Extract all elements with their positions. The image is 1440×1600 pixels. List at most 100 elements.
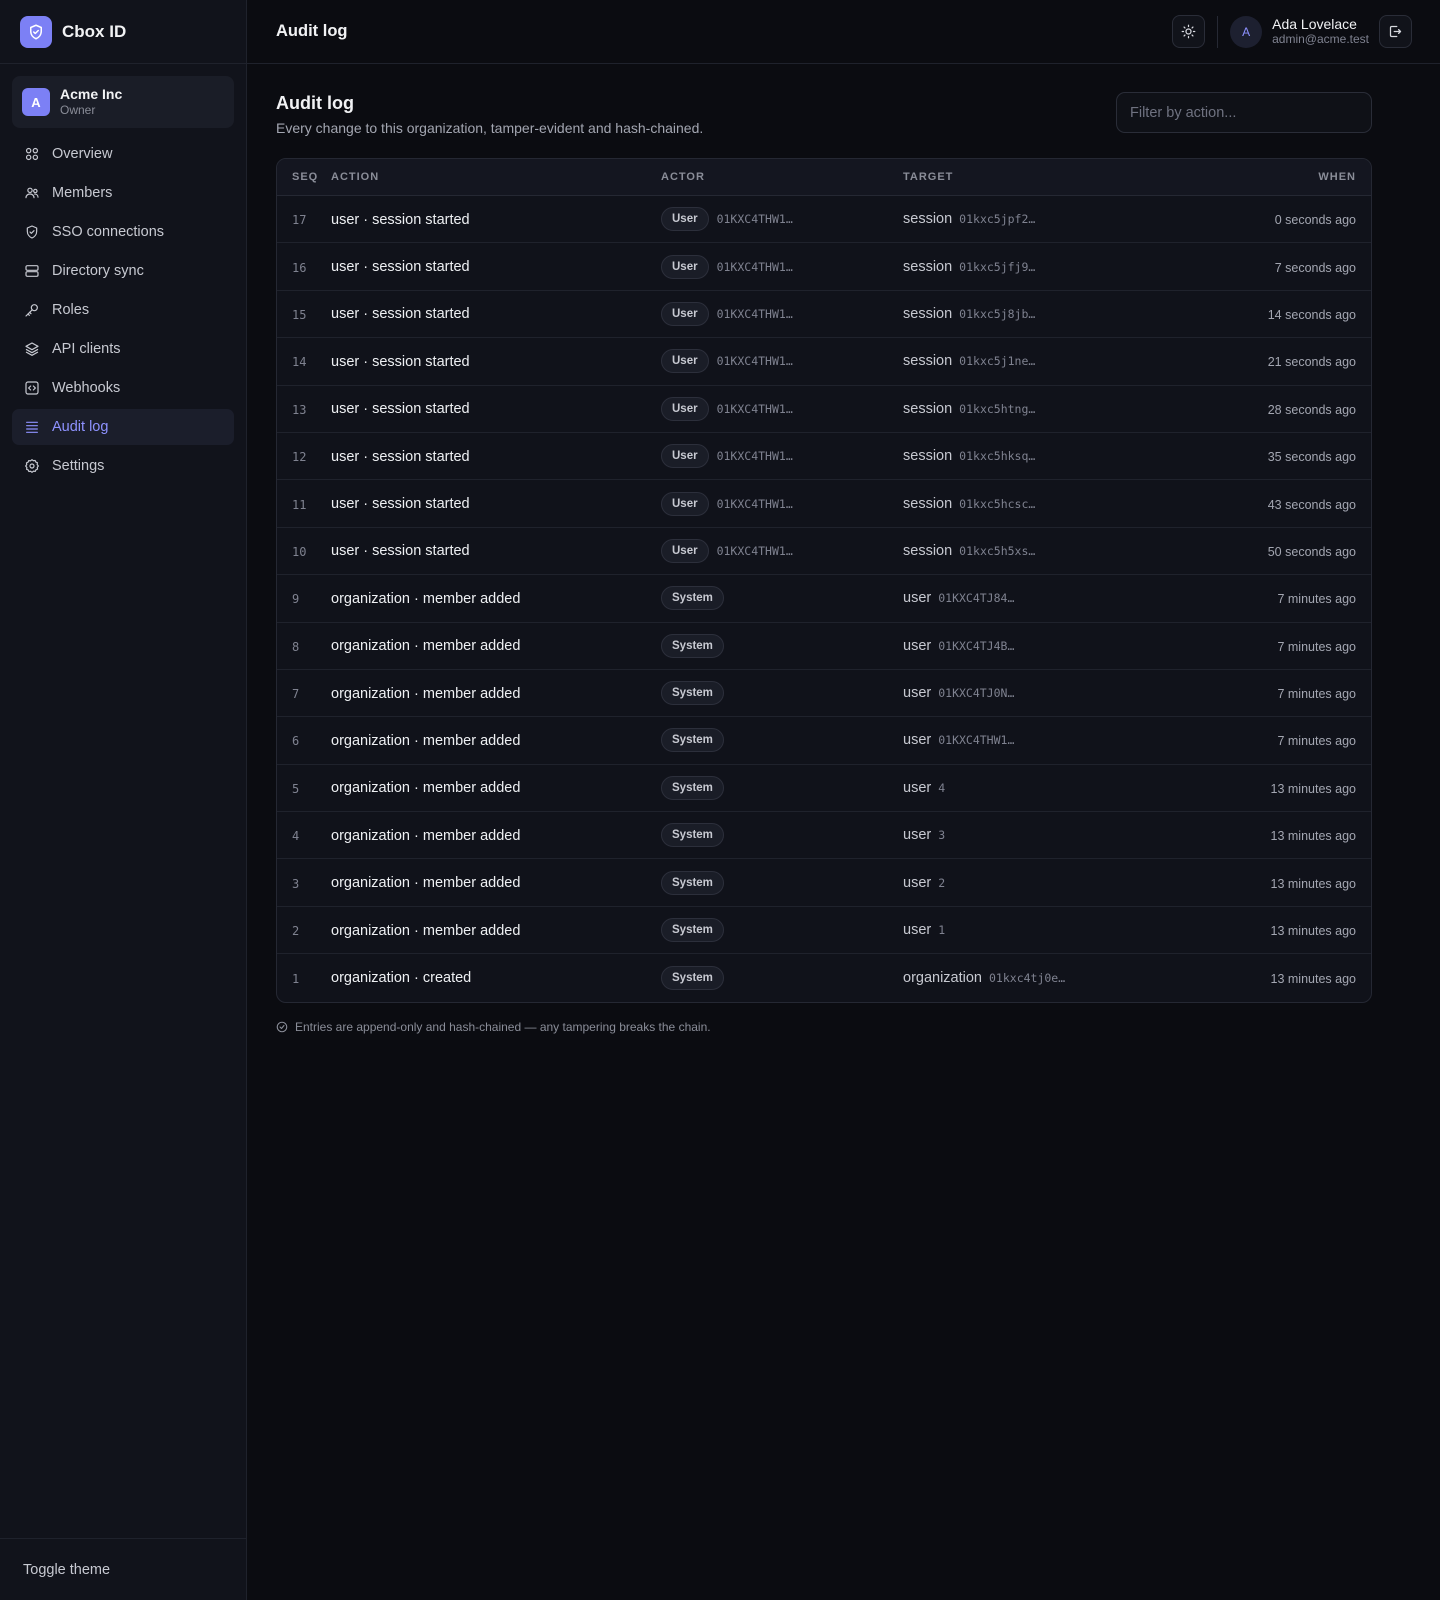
- actor-type-badge: System: [661, 728, 724, 753]
- actor-id: 01KXC4THW1…: [716, 354, 793, 369]
- user-name: Ada Lovelace: [1272, 16, 1357, 32]
- sidebar-item-webhooks[interactable]: Webhooks: [12, 370, 234, 406]
- target-kind: organization: [903, 969, 982, 986]
- table-row[interactable]: 4 organization · member added System user 3 1…: [277, 812, 1371, 860]
- check-circle-icon: [276, 1021, 288, 1033]
- action-name: user · session started: [331, 448, 470, 465]
- table-row[interactable]: 7 organization · member added System user 01…: [277, 670, 1371, 718]
- database-icon: [24, 263, 40, 279]
- brand-name: Cbox ID: [62, 21, 127, 41]
- toggle-theme-label: Toggle theme: [23, 1561, 111, 1578]
- target-id: 01KXC4TJ0N…: [938, 686, 1015, 701]
- seq-number: 15: [292, 307, 307, 322]
- seq-number: 6: [292, 734, 300, 749]
- timestamp: 13 minutes ago: [1270, 781, 1356, 796]
- actor-type-badge: User: [661, 538, 709, 563]
- table-row[interactable]: 14 user · session started User 01KXC4THW1… s…: [277, 338, 1371, 386]
- toggle-theme-button[interactable]: Toggle theme: [0, 1538, 246, 1600]
- target-id: 01kxc5j8jb…: [959, 306, 1036, 321]
- seq-number: 5: [292, 781, 300, 796]
- shield-icon: [24, 224, 40, 240]
- target-kind: session: [903, 542, 953, 559]
- table-row[interactable]: 5 organization · member added System user 4 1…: [277, 765, 1371, 813]
- target-kind: session: [903, 448, 953, 465]
- avatar[interactable]: A: [1230, 15, 1263, 48]
- seq-number: 12: [292, 450, 307, 465]
- table-row[interactable]: 15 user · session started User 01KXC4THW1… s…: [277, 291, 1371, 339]
- target-kind: session: [903, 353, 953, 370]
- sidebar-item-sso-connections[interactable]: SSO connections: [12, 214, 234, 250]
- sidebar-item-roles[interactable]: Roles: [12, 292, 234, 328]
- target-id: 4: [938, 780, 946, 795]
- seq-number: 13: [292, 402, 307, 417]
- timestamp: 7 minutes ago: [1277, 687, 1356, 702]
- action-name: organization · member added: [331, 780, 521, 797]
- seq-number: 16: [292, 260, 307, 275]
- table-row[interactable]: 12 user · session started User 01KXC4THW1… s…: [277, 433, 1371, 481]
- actor-type-badge: System: [661, 633, 724, 658]
- table-row[interactable]: 2 organization · member added System user 1 1…: [277, 907, 1371, 955]
- table-row[interactable]: 3 organization · member added System user 2 1…: [277, 859, 1371, 907]
- actor-type-badge: System: [661, 775, 724, 800]
- sign-out-button[interactable]: [1379, 15, 1412, 48]
- topbar: Audit log A Ada Lovelace admin@acme.test: [247, 0, 1440, 64]
- column-header-when: WHEN: [1318, 171, 1356, 183]
- action-name: user · session started: [331, 353, 470, 370]
- seq-number: 17: [292, 213, 307, 228]
- sidebar-item-members[interactable]: Members: [12, 175, 234, 211]
- timestamp: 14 seconds ago: [1267, 307, 1356, 322]
- actor-type-badge: User: [661, 444, 709, 469]
- actor-type-badge: User: [661, 396, 709, 421]
- actor-type-badge: User: [661, 491, 709, 516]
- webhook-icon: [24, 380, 40, 396]
- action-name: organization · created: [331, 970, 472, 987]
- org-switcher[interactable]: A Acme Inc Owner: [12, 76, 234, 128]
- target-id: 01kxc5jfj9…: [959, 259, 1036, 274]
- actor-type-badge: User: [661, 207, 709, 232]
- action-name: organization · member added: [331, 685, 521, 702]
- table-row[interactable]: 8 organization · member added System user 01…: [277, 623, 1371, 670]
- table-row[interactable]: 11 user · session started User 01KXC4THW1… s…: [277, 480, 1371, 528]
- table-row[interactable]: 1 organization · created System organizatio…: [277, 954, 1371, 1001]
- seq-number: 14: [292, 355, 307, 370]
- key-icon: [24, 302, 40, 318]
- action-name: user · session started: [331, 306, 470, 323]
- action-name: organization · member added: [331, 875, 521, 892]
- timestamp: 7 minutes ago: [1277, 734, 1356, 749]
- timestamp: 13 minutes ago: [1270, 924, 1356, 939]
- target-kind: user: [903, 732, 932, 749]
- brand[interactable]: Cbox ID: [0, 0, 246, 64]
- table-row[interactable]: 10 user · session started User 01KXC4THW1… s…: [277, 528, 1371, 576]
- action-name: organization · member added: [331, 638, 521, 655]
- table-body: 17 user · session started User 01KXC4THW1… s…: [277, 196, 1371, 1002]
- table-row[interactable]: 17 user · session started User 01KXC4THW1… s…: [277, 196, 1371, 244]
- user-email: admin@acme.test: [1272, 32, 1369, 46]
- sidebar-item-settings[interactable]: Settings: [12, 448, 234, 484]
- sidebar-item-api-clients[interactable]: API clients: [12, 331, 234, 367]
- seq-number: 7: [292, 687, 300, 702]
- table-row[interactable]: 16 user · session started User 01KXC4THW1… s…: [277, 243, 1371, 291]
- column-header-target: TARGET: [903, 171, 954, 183]
- target-kind: user: [903, 779, 932, 796]
- timestamp: 7 minutes ago: [1277, 639, 1356, 654]
- target-kind: session: [903, 305, 953, 322]
- seq-number: 8: [292, 639, 300, 654]
- sidebar-item-directory-sync[interactable]: Directory sync: [12, 253, 234, 289]
- sidebar-item-audit-log[interactable]: Audit log: [12, 409, 234, 445]
- timestamp: 13 minutes ago: [1270, 971, 1356, 986]
- actor-type-badge: System: [661, 823, 724, 848]
- table-row[interactable]: 6 organization · member added System user 01…: [277, 717, 1371, 765]
- sidebar-item-overview[interactable]: Overview: [12, 136, 234, 172]
- seq-number: 11: [292, 497, 307, 512]
- target-id: 01kxc5jpf2…: [959, 212, 1036, 227]
- layers-icon: [24, 341, 40, 357]
- filter-input[interactable]: [1116, 92, 1372, 133]
- theme-toggle-button[interactable]: [1172, 15, 1206, 48]
- target-id: 1: [938, 923, 946, 938]
- timestamp: 7 seconds ago: [1274, 260, 1356, 275]
- table-row[interactable]: 9 organization · member added System user 01…: [277, 575, 1371, 623]
- table-row[interactable]: 13 user · session started User 01KXC4THW1… s…: [277, 386, 1371, 433]
- actor-type-badge: System: [661, 681, 724, 706]
- main-content: Audit log Every change to this organizat…: [276, 64, 1372, 1034]
- action-name: user · session started: [331, 259, 470, 276]
